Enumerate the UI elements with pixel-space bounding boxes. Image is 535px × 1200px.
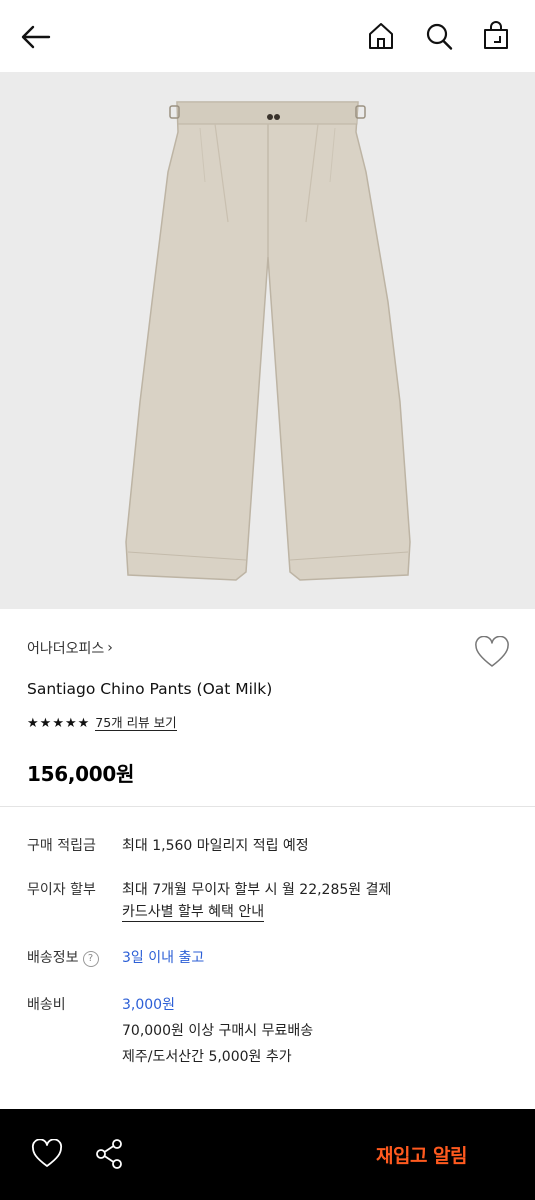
brand-name: 어나더오피스 (27, 641, 105, 657)
divider (0, 806, 535, 807)
share-button[interactable] (93, 1137, 125, 1171)
shipping-info-label-text: 배송정보 (27, 950, 79, 966)
shipping-info-label: 배송정보? (27, 947, 99, 967)
bottom-action-bar: 재입고 알림 (0, 1109, 535, 1200)
pants-illustration (125, 101, 411, 581)
product-name: Santiago Chino Pants (Oat Milk) (27, 680, 273, 698)
arrow-left-icon (21, 25, 51, 49)
shipping-info-value: 3일 이내 출고 (122, 950, 205, 966)
star-icon: ★ (52, 716, 64, 731)
star-rating: ★ ★ ★ ★ ★ (27, 717, 90, 730)
help-icon[interactable]: ? (82, 951, 99, 967)
points-label: 구매 적립금 (27, 838, 96, 854)
home-icon (369, 23, 393, 49)
back-button[interactable] (18, 20, 54, 54)
search-icon (426, 23, 453, 50)
free-shipping-note: 70,000원 이상 구매시 무료배송 (122, 1023, 314, 1039)
top-app-bar (0, 0, 535, 72)
shopping-bag-icon (484, 21, 508, 49)
chevron-right-icon: › (107, 640, 113, 656)
installment-value: 최대 7개월 무이자 할부 시 월 22,285원 결제 (122, 882, 392, 898)
rating-row: ★ ★ ★ ★ ★ 75개 리뷰 보기 (27, 716, 177, 731)
points-value: 최대 1,560 마일리지 적립 예정 (122, 838, 309, 854)
shipping-fee-value: 3,000원 (122, 997, 175, 1013)
star-icon: ★ (27, 716, 39, 731)
home-button[interactable] (366, 20, 396, 52)
star-icon: ★ (64, 716, 77, 731)
share-icon (96, 1139, 122, 1169)
installment-label: 무이자 할부 (27, 882, 96, 898)
restock-alert-button[interactable]: 재입고 알림 (376, 1141, 468, 1168)
price: 156,000원 (27, 762, 135, 786)
bottom-wishlist-button[interactable] (31, 1138, 63, 1169)
search-button[interactable] (424, 20, 454, 52)
star-icon: ★ (39, 716, 52, 731)
installment-benefits-link[interactable]: 카드사별 할부 혜택 안내 (122, 904, 265, 922)
extra-shipping-note: 제주/도서산간 5,000원 추가 (122, 1049, 292, 1065)
heart-icon (31, 1138, 63, 1167)
review-link[interactable]: 75개 리뷰 보기 (95, 716, 177, 731)
cart-button[interactable] (481, 20, 511, 52)
brand-link[interactable]: 어나더오피스 › (27, 638, 113, 658)
shipping-fee-label: 배송비 (27, 997, 66, 1013)
heart-icon (475, 635, 509, 667)
product-image[interactable] (0, 72, 535, 609)
wishlist-button[interactable] (474, 635, 510, 670)
star-icon: ★ (77, 716, 90, 731)
